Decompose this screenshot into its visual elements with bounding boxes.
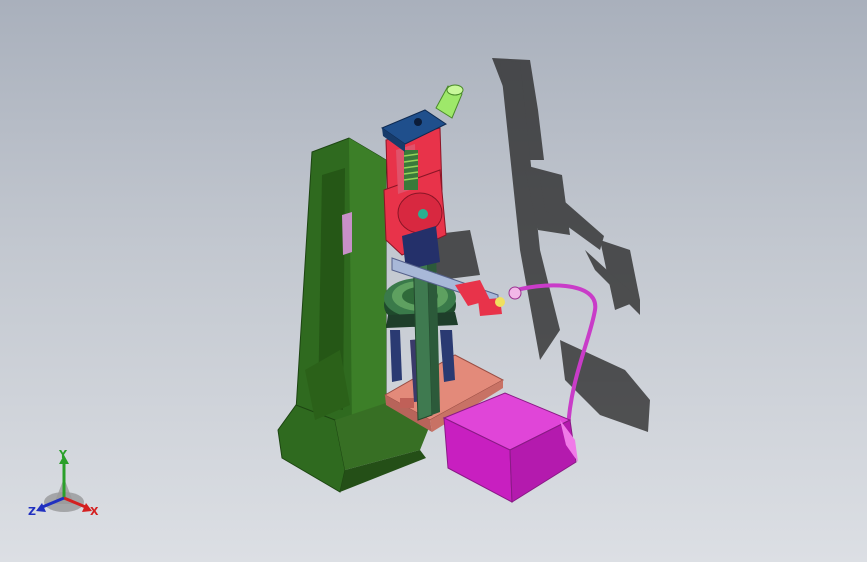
z-axis-label: Z [28,505,36,518]
press-machine-model[interactable] [0,0,867,562]
cad-viewport[interactable]: Y X Z [0,0,867,562]
sensor-tip[interactable] [495,297,505,307]
adjustment-knob[interactable] [435,84,464,119]
x-axis-label: X [90,505,99,518]
base-bolt [400,398,414,408]
y-axis-label: Y [59,448,67,461]
motor-box[interactable] [442,392,578,503]
cable-connector[interactable] [508,286,522,300]
axis-triad[interactable]: Y X Z [26,448,106,522]
